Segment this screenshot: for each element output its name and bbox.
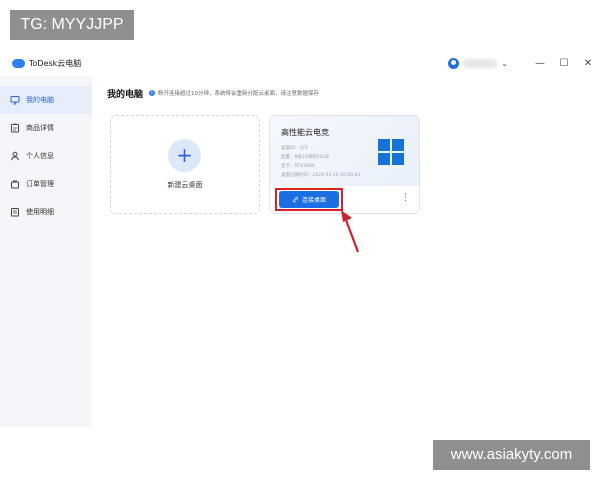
close-button[interactable]: ✕ — [576, 58, 600, 69]
notice: i 断开连接超过10分钟，系统将会重新分配云桌面，请注意数据保存 — [149, 89, 319, 97]
pc-spec-gpu: 显卡：RTX3080 — [281, 164, 315, 169]
title-bar: ToDesk云电脑 ⌄ — ☐ ✕ — [0, 50, 600, 76]
windows-logo-icon — [378, 139, 405, 166]
info-icon: i — [149, 90, 155, 96]
user-icon — [11, 151, 19, 161]
sidebar-item-usage-details[interactable]: 使用明细 — [0, 198, 92, 226]
user-avatar-icon[interactable] — [448, 57, 460, 69]
sidebar-item-personal-info[interactable]: 个人信息 — [0, 142, 92, 170]
pc-spec-id: 桌面ID：471 — [281, 146, 308, 151]
title-bar-controls: ⌄ — ☐ ✕ — [448, 50, 600, 76]
sidebar-item-label: 商品详情 — [26, 124, 54, 132]
sidebar-item-product-details[interactable]: 商品详情 — [0, 114, 92, 142]
list-icon — [11, 208, 19, 217]
annotation-arrow-icon — [341, 210, 360, 253]
clipboard-icon — [11, 123, 19, 133]
new-desktop-card[interactable]: + 新建云桌面 — [110, 115, 260, 214]
maximize-button[interactable]: ☐ — [552, 58, 576, 69]
sidebar-item-label: 订单管理 — [26, 180, 54, 188]
sidebar-item-label: 我的电脑 — [26, 96, 54, 104]
pc-card-title: 高性能云电竞 — [281, 128, 329, 137]
user-name-blurred[interactable] — [463, 58, 498, 68]
new-desktop-label: 新建云桌面 — [167, 181, 203, 189]
minimize-button[interactable]: — — [528, 58, 552, 69]
cloud-icon — [12, 58, 25, 68]
sidebar: 我的电脑 商品详情 个人信息 订单管理 使用明细 — [0, 76, 92, 427]
app-title: ToDesk云电脑 — [29, 58, 82, 68]
sidebar-item-my-computer[interactable]: 我的电脑 — [0, 86, 92, 114]
sidebar-item-label: 使用明细 — [26, 208, 54, 216]
app-window: ToDesk云电脑 ⌄ — ☐ ✕ 我的电脑 商品详情 个人信息 订单管理 使用… — [0, 50, 600, 427]
pc-spec-expiry: 桌面过期时间：2024-03-19 10:00:43 — [281, 173, 361, 178]
cloud-pc-card: 高性能云电竞 桌面ID：471 配置：8核16线程32GB 显卡：RTX3080… — [269, 115, 420, 214]
app-logo: ToDesk云电脑 — [12, 58, 81, 69]
page-title: 我的电脑 — [107, 90, 144, 100]
plus-icon[interactable]: + — [168, 139, 201, 172]
watermark-top: TG: MYYJJPP — [10, 10, 134, 40]
pc-spec-config: 配置：8核16线程32GB — [281, 155, 329, 160]
monitor-icon — [10, 96, 20, 105]
sidebar-item-order-management[interactable]: 订单管理 — [0, 170, 92, 198]
chevron-down-icon[interactable]: ⌄ — [501, 59, 508, 68]
bag-icon — [11, 180, 19, 189]
sidebar-item-label: 个人信息 — [26, 152, 54, 160]
notice-text: 断开连接超过10分钟，系统将会重新分配云桌面，请注意数据保存 — [158, 91, 320, 97]
more-options-icon[interactable]: ⋮ — [401, 194, 410, 203]
highlight-box — [275, 188, 343, 211]
watermark-bottom: www.asiakyty.com — [433, 440, 590, 470]
